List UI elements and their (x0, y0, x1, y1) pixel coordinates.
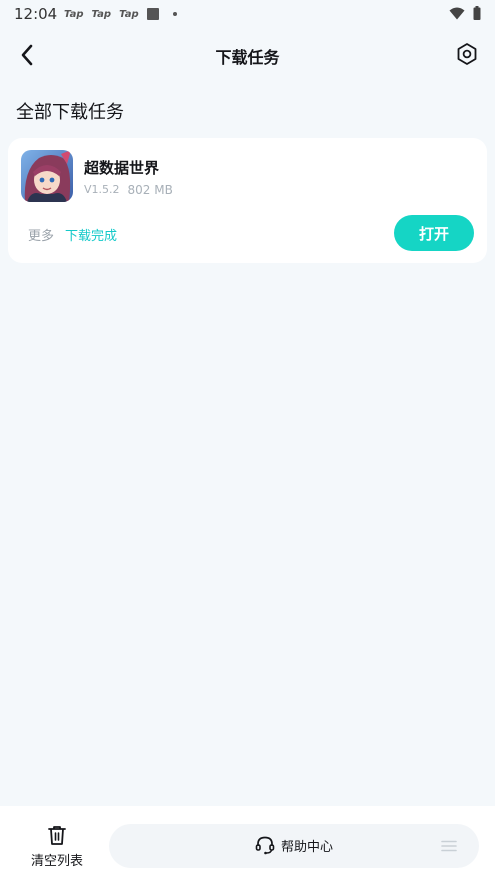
status-time: 12:04 (14, 5, 58, 23)
clear-list-button[interactable]: 清空列表 (22, 824, 92, 869)
notification-icons: Tap Tap Tap (64, 8, 177, 20)
help-center-inner: 帮助中心 (109, 835, 479, 855)
section-title: 全部下载任务 (16, 102, 124, 123)
battery-icon (473, 6, 481, 20)
status-right (449, 6, 481, 20)
app-name: 超数据世界 (84, 159, 160, 177)
help-center-label: 帮助中心 (280, 839, 333, 855)
download-status: 下载完成 (65, 229, 118, 244)
app-meta: V1.5.2 802 MB (84, 183, 173, 197)
app-size: 802 MB (127, 183, 173, 197)
app-icon-image (21, 150, 73, 202)
more-link[interactable]: 更多 (28, 225, 54, 244)
notification-tap-3: Tap (119, 8, 139, 20)
header: 下载任务 (0, 34, 495, 74)
download-task-card: 超数据世界 V1.5.2 802 MB 更多 下载完成 打开 (8, 138, 487, 263)
open-button[interactable]: 打开 (394, 215, 474, 251)
trash-icon (48, 826, 66, 845)
notification-square-icon (146, 8, 159, 20)
settings-button[interactable] (455, 42, 479, 66)
status-bar: 12:04 Tap Tap Tap (0, 0, 495, 28)
bottom-bar: 清空列表 帮助中心 (0, 806, 495, 884)
wifi-icon (449, 7, 465, 19)
help-center-button[interactable]: 帮助中心 (109, 824, 479, 868)
app-version: V1.5.2 (84, 183, 120, 196)
page-title: 下载任务 (215, 48, 280, 67)
headset-icon (255, 836, 275, 855)
menu-lines-icon (441, 840, 457, 852)
app-icon[interactable] (21, 150, 73, 202)
settings-hex-icon (457, 43, 477, 65)
notification-dot-icon (172, 12, 177, 16)
notification-tap-2: Tap (91, 8, 112, 20)
clear-list-label: 清空列表 (30, 854, 83, 869)
notification-tap-1: Tap (64, 8, 84, 20)
